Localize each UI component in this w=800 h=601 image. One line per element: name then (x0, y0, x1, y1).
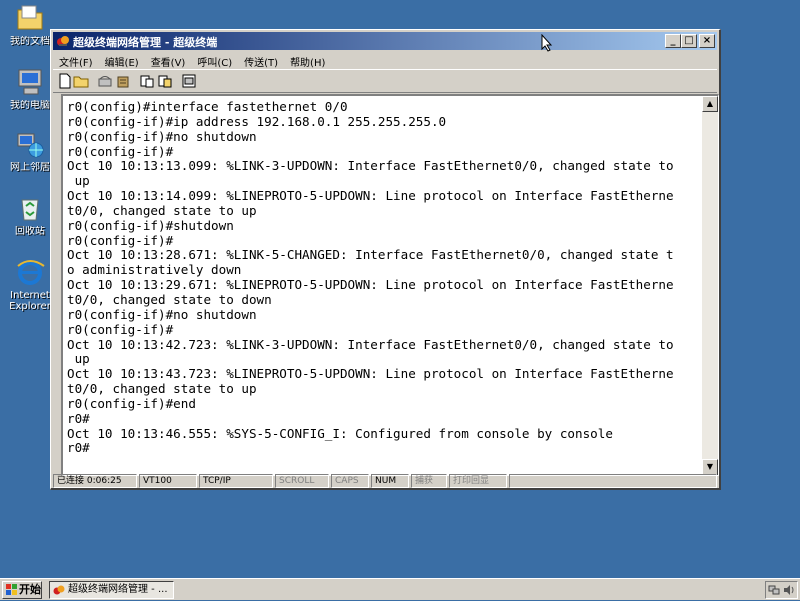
taskbar-item-hyperterminal[interactable]: 超级终端网络管理 - ... (49, 581, 174, 599)
my-computer-icon (14, 66, 46, 98)
network-status-icon[interactable] (768, 584, 780, 599)
start-button[interactable]: 开始 (2, 581, 42, 599)
status-num: NUM (371, 474, 409, 488)
terminal-line: r0(config-if)# (67, 321, 174, 337)
mouse-cursor-icon (541, 34, 553, 52)
terminal-output[interactable]: r0(config)#interface fastethernet 0/0 r0(… (67, 100, 701, 472)
open-icon[interactable] (73, 73, 89, 89)
terminal-line: t0/0, changed state to up (67, 381, 257, 397)
desktop-icon-label: 网上邻居 (10, 162, 50, 173)
terminal-line: r0(config-if)# (67, 232, 174, 248)
desktop-icon-my-documents[interactable]: 我的文档 (4, 2, 56, 47)
internet-explorer-icon (14, 256, 46, 288)
volume-icon[interactable] (783, 584, 795, 599)
terminal-line: t0/0, changed state to up (67, 202, 257, 218)
terminal-line: r0# (67, 440, 90, 456)
status-connected-time: 已连接 0:06:25 (53, 474, 137, 488)
hyperterminal-window: 超级终端网络管理 - 超级终端 _ □ × 文件(F) 编辑(E) 查看(V) 呼叫(… (50, 29, 721, 490)
status-empty (509, 474, 717, 488)
terminal-line: r0# (67, 410, 90, 426)
menu-file[interactable]: 文件(F) (53, 51, 99, 69)
status-protocol: TCP/IP (199, 474, 273, 488)
desktop-icon-network-places[interactable]: 网上邻居 (4, 128, 56, 173)
terminal-line: r0(config)#interface fastethernet 0/0 (67, 100, 348, 114)
taskbar: 开始 超级终端网络管理 - ... (0, 578, 800, 600)
status-caps: CAPS (331, 474, 369, 488)
disconnect-icon[interactable] (115, 73, 131, 89)
receive-icon[interactable] (157, 73, 173, 89)
terminal-line: r0(config-if)#no shutdown (67, 128, 257, 144)
desktop-icon-label: 我的文档 (10, 36, 50, 47)
start-label: 开始 (19, 583, 41, 596)
menu-edit[interactable]: 编辑(E) (99, 51, 145, 69)
status-bar: 已连接 0:06:25 VT100 TCP/IP SCROLL CAPS NUM… (53, 474, 717, 488)
system-tray (765, 581, 798, 599)
terminal-line: r0(config-if)#end (67, 395, 196, 411)
hyperterminal-icon (53, 584, 65, 596)
terminal-line: Oct 10 10:13:46.555: %SYS-5-CONFIG_I: Co… (67, 425, 613, 441)
terminal-line: Oct 10 10:13:29.671: %LINEPROTO-5-UPDOWN… (67, 277, 674, 293)
title-bar[interactable]: 超级终端网络管理 - 超级终端 _ □ × (53, 32, 717, 50)
my-documents-icon (14, 2, 46, 34)
properties-icon[interactable] (181, 73, 197, 89)
status-print-echo: 打印回显 (449, 474, 507, 488)
terminal-line: o administratively down (67, 262, 242, 278)
vertical-scrollbar[interactable]: ▲ ▼ (702, 96, 718, 475)
terminal-line: Oct 10 10:13:14.099: %LINEPROTO-5-UPDOWN… (67, 188, 674, 204)
terminal-line: t0/0, changed state to down (67, 291, 272, 307)
maximize-button[interactable]: □ (681, 34, 697, 48)
status-capture: 捕获 (411, 474, 447, 488)
close-button[interactable]: × (699, 34, 715, 48)
terminal-line: up (67, 173, 90, 189)
recycle-bin-icon (14, 192, 46, 224)
minimize-button[interactable]: _ (665, 34, 681, 48)
window-title: 超级终端网络管理 - 超级终端 (73, 36, 218, 49)
toolbar (53, 69, 717, 93)
scroll-down-icon[interactable]: ▼ (702, 459, 718, 475)
terminal-line: r0(config-if)# (67, 143, 174, 159)
menu-call[interactable]: 呼叫(C) (191, 51, 238, 69)
desktop-icon-internet-explorer[interactable]: Internet Explorer (4, 256, 56, 312)
menu-transfer[interactable]: 传送(T) (238, 51, 284, 69)
menu-bar: 文件(F) 编辑(E) 查看(V) 呼叫(C) 传送(T) 帮助(H) (53, 51, 717, 69)
call-icon[interactable] (97, 73, 113, 89)
terminal-frame: r0(config)#interface fastethernet 0/0 r0(… (61, 94, 719, 476)
network-places-icon (14, 128, 46, 160)
new-icon[interactable] (57, 73, 73, 89)
terminal-line: up (67, 351, 90, 367)
terminal-line: Oct 10 10:13:28.671: %LINK-5-CHANGED: In… (67, 247, 674, 263)
desktop-icon-label: Internet (10, 290, 50, 301)
menu-help[interactable]: 帮助(H) (284, 51, 331, 69)
desktop-icon-label: Explorer (9, 301, 51, 312)
desktop-icon-my-computer[interactable]: 我的电脑 (4, 66, 56, 111)
windows-flag-icon (6, 584, 18, 596)
terminal-line: Oct 10 10:13:42.723: %LINK-3-UPDOWN: Int… (67, 336, 674, 352)
terminal-line: r0(config-if)#no shutdown (67, 306, 257, 322)
status-scroll: SCROLL (275, 474, 329, 488)
scroll-up-icon[interactable]: ▲ (702, 96, 718, 112)
terminal-line: Oct 10 10:13:13.099: %LINK-3-UPDOWN: Int… (67, 158, 674, 174)
send-icon[interactable] (139, 73, 155, 89)
terminal-line: r0(config-if)#ip address 192.168.0.1 255… (67, 113, 447, 129)
desktop-icon-label: 回收站 (15, 226, 45, 237)
terminal-line: r0(config-if)#shutdown (67, 217, 234, 233)
status-emulation: VT100 (139, 474, 197, 488)
desktop-icon-label: 我的电脑 (10, 100, 50, 111)
menu-view[interactable]: 查看(V) (145, 51, 192, 69)
terminal-line: Oct 10 10:13:43.723: %LINEPROTO-5-UPDOWN… (67, 366, 674, 382)
desktop-icon-recycle-bin[interactable]: 回收站 (4, 192, 56, 237)
hyperterminal-icon (56, 34, 70, 48)
taskbar-item-label: 超级终端网络管理 - ... (68, 584, 168, 595)
